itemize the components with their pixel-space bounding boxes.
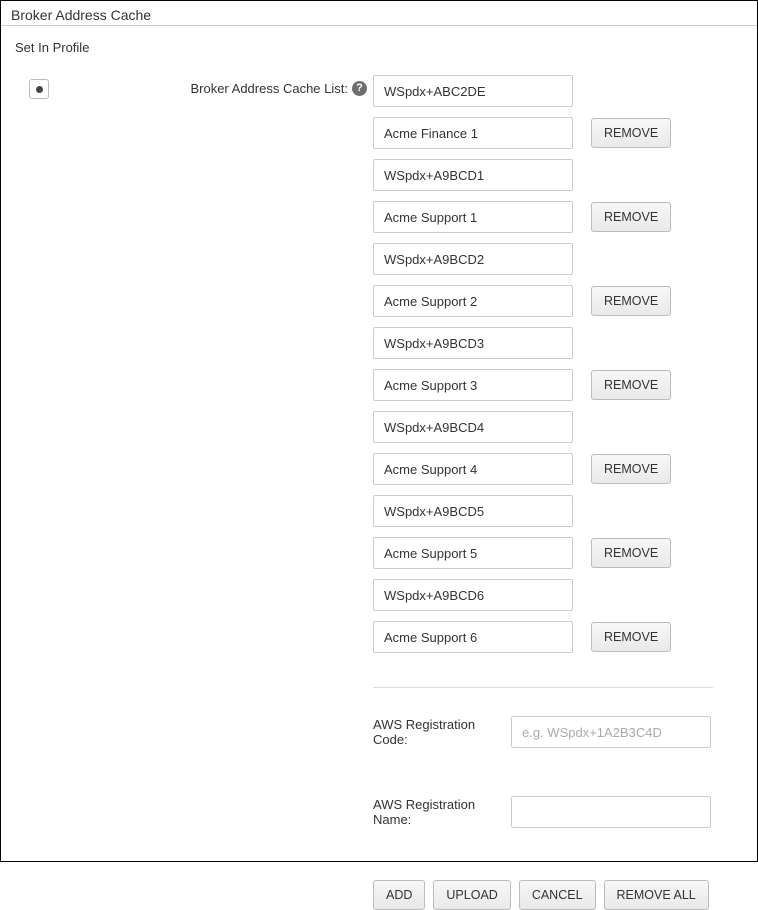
cache-list-row xyxy=(373,327,747,359)
cache-list-row: REMOVE xyxy=(373,369,747,401)
cache-list-row: REMOVE xyxy=(373,537,747,569)
reg-name-row: AWS Registration Name: xyxy=(373,796,747,828)
remove-button[interactable]: REMOVE xyxy=(591,622,671,652)
cache-entry-input[interactable] xyxy=(373,369,573,401)
cache-entry-input[interactable] xyxy=(373,579,573,611)
remove-button[interactable]: REMOVE xyxy=(591,118,671,148)
cache-entry-input[interactable] xyxy=(373,621,573,653)
cache-list-row xyxy=(373,75,747,107)
cache-list-row: REMOVE xyxy=(373,621,747,653)
reg-code-input[interactable] xyxy=(511,716,711,748)
cache-entry-input[interactable] xyxy=(373,537,573,569)
profile-radio[interactable] xyxy=(29,79,49,99)
cache-list-row: REMOVE xyxy=(373,453,747,485)
reg-name-input[interactable] xyxy=(511,796,711,828)
cache-list-row xyxy=(373,159,747,191)
add-button[interactable]: ADD xyxy=(373,880,425,910)
remove-all-button[interactable]: REMOVE ALL xyxy=(604,880,709,910)
cache-list-row xyxy=(373,495,747,527)
section-divider xyxy=(373,687,713,688)
cache-list-row xyxy=(373,579,747,611)
cache-list-row: REMOVE xyxy=(373,285,747,317)
panel-title: Broker Address Cache xyxy=(1,1,757,26)
remove-button[interactable]: REMOVE xyxy=(591,286,671,316)
cancel-button[interactable]: CANCEL xyxy=(519,880,596,910)
cache-list-row xyxy=(373,243,747,275)
cache-entry-input[interactable] xyxy=(373,411,573,443)
cache-list: REMOVE REMOVE REMOVE REMOVE REMOVE REMOVE REMO… xyxy=(373,75,747,910)
cache-entry-input[interactable] xyxy=(373,327,573,359)
cache-entry-input[interactable] xyxy=(373,159,573,191)
cache-list-row: REMOVE xyxy=(373,117,747,149)
cache-entry-input[interactable] xyxy=(373,243,573,275)
cache-list-row xyxy=(373,411,747,443)
cache-list-row: REMOVE xyxy=(373,201,747,233)
reg-name-label: AWS Registration Name: xyxy=(373,797,503,827)
remove-button[interactable]: REMOVE xyxy=(591,538,671,568)
reg-code-label: AWS Registration Code: xyxy=(373,717,503,747)
cache-list-label: Broker Address Cache List: xyxy=(190,81,348,96)
broker-address-cache-panel: Broker Address Cache Set In Profile Brok… xyxy=(0,0,758,862)
panel-subtitle: Set In Profile xyxy=(1,26,757,65)
remove-button[interactable]: REMOVE xyxy=(591,454,671,484)
remove-button[interactable]: REMOVE xyxy=(591,370,671,400)
cache-entry-input[interactable] xyxy=(373,285,573,317)
reg-code-row: AWS Registration Code: xyxy=(373,716,747,748)
action-button-row: ADD UPLOAD CANCEL REMOVE ALL xyxy=(373,880,747,910)
remove-button[interactable]: REMOVE xyxy=(591,202,671,232)
cache-entry-input[interactable] xyxy=(373,117,573,149)
cache-entry-input[interactable] xyxy=(373,495,573,527)
cache-entry-input[interactable] xyxy=(373,201,573,233)
cache-entry-input[interactable] xyxy=(373,75,573,107)
cache-entry-input[interactable] xyxy=(373,453,573,485)
help-icon[interactable]: ? xyxy=(352,81,367,96)
radio-dot-icon xyxy=(36,86,43,93)
upload-button[interactable]: UPLOAD xyxy=(433,880,510,910)
